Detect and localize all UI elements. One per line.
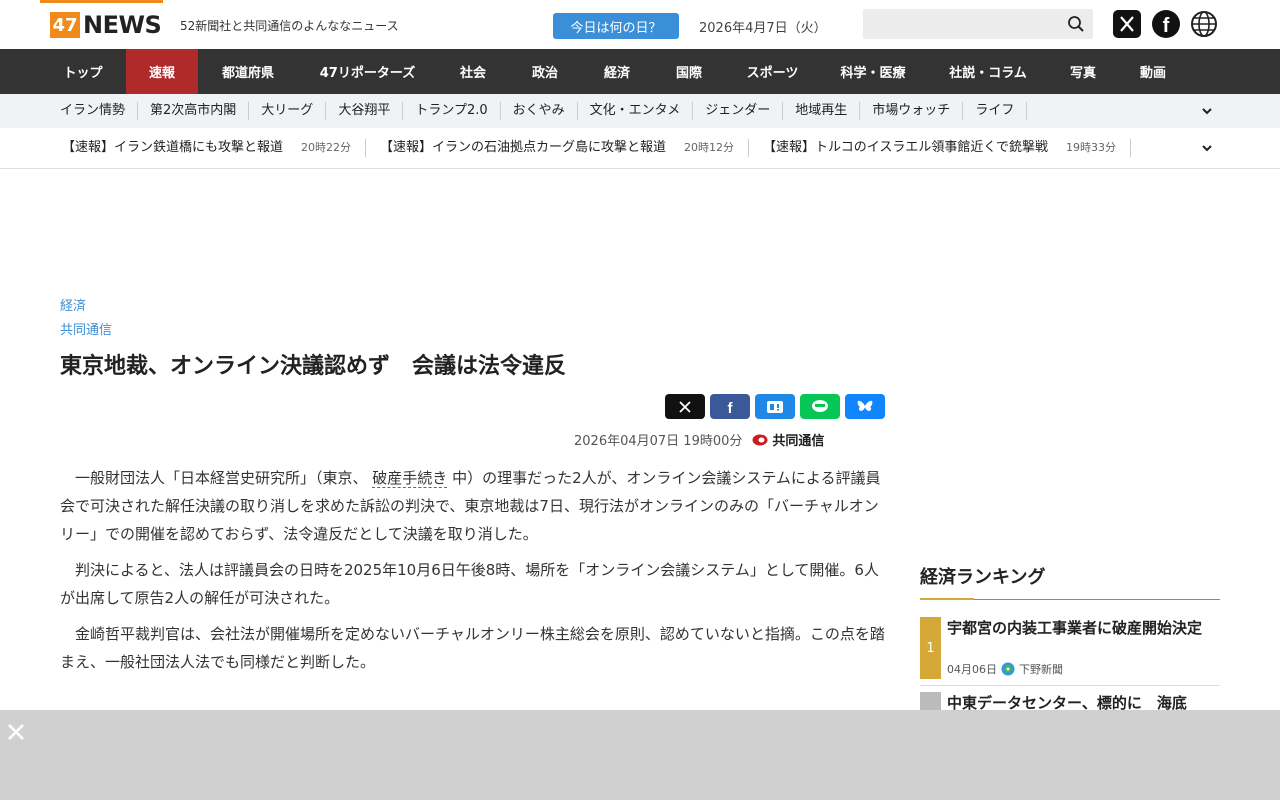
paragraph-text: 一般財団法人「日本経営史研究所」（東京、	[75, 469, 368, 487]
share-facebook-button[interactable]: f	[710, 394, 750, 419]
logo-number: 47	[50, 12, 80, 38]
breaking-title: 【速報】イラン鉄道橋にも攻撃と報道	[62, 140, 284, 155]
article-body: 一般財団法人「日本経営史研究所」（東京、 破産手続き 中）の理事だった2人が、オ…	[60, 464, 890, 684]
breaking-title: 【速報】トルコのイスラエル領事館近くで銃撃戦	[763, 140, 1048, 155]
nav-item-47reporters[interactable]: 47リポーターズ	[298, 49, 437, 94]
nav-item-sports[interactable]: スポーツ	[725, 49, 820, 94]
nav-item-editorial-column[interactable]: 社説・コラム	[926, 49, 1050, 94]
nav-item-society[interactable]: 社会	[437, 49, 509, 94]
line-icon	[812, 399, 828, 412]
keyword-link[interactable]: 破産手続き	[372, 469, 448, 488]
ranking-item[interactable]: 1 宇都宮の内装工事業者に破産開始決定 04月06日 下野新聞	[920, 617, 1220, 679]
chevron-down-icon[interactable]	[1200, 104, 1214, 118]
ranking-divider-accent	[920, 598, 974, 600]
share-buttons: f	[665, 394, 890, 419]
article-pubdate: 2026年04月07日 19時00分 共同通信	[574, 430, 824, 449]
breaking-time: 19時33分	[1066, 141, 1116, 154]
close-icon[interactable]	[6, 722, 26, 742]
newspaper-logo-icon	[1001, 662, 1015, 676]
share-line-button[interactable]	[800, 394, 840, 419]
hatena-bookmark-icon	[767, 400, 783, 413]
topic-item[interactable]: トランプ2.0	[403, 102, 501, 120]
x-twitter-icon[interactable]	[1113, 10, 1141, 38]
main-nav: トップ 速報 都道府県 47リポーターズ 社会 政治 経済 国際 スポーツ 科学…	[0, 49, 1280, 94]
facebook-icon: f	[728, 400, 734, 415]
rank-number	[920, 692, 941, 712]
nav-item-international[interactable]: 国際	[653, 49, 725, 94]
site-header: 47 NEWS 52新聞社と共同通信のよんななニュース 今日は何の日？ 2026…	[0, 0, 1280, 49]
breaking-item[interactable]: 【速報】イラン鉄道橋にも攻撃と報道 20時22分	[48, 139, 367, 157]
topic-item[interactable]: 市場ウォッチ	[860, 102, 964, 120]
rank-meta: 04月06日 下野新聞	[947, 661, 1063, 677]
topic-item[interactable]: ライフ	[963, 102, 1028, 120]
facebook-icon[interactable]: f	[1152, 10, 1180, 38]
topic-item[interactable]: 大谷翔平	[326, 102, 404, 120]
article-paragraph: 一般財団法人「日本経営史研究所」（東京、 破産手続き 中）の理事だった2人が、オ…	[60, 464, 890, 548]
today-in-history-button[interactable]: 今日は何の日？	[553, 13, 679, 39]
breaking-time: 20時22分	[301, 141, 352, 154]
topic-item[interactable]: イラン情勢	[48, 102, 139, 120]
publish-date: 2026年04月07日 19時00分	[574, 434, 743, 449]
search-input[interactable]	[863, 9, 1093, 39]
article-source-link[interactable]: 共同通信	[60, 319, 112, 338]
site-tagline: 52新聞社と共同通信のよんななニュース	[180, 19, 399, 33]
header-date: 2026年4月7日（火）	[699, 21, 827, 36]
globe-icon[interactable]	[1190, 10, 1218, 38]
breaking-news-ticker: 【速報】イラン鉄道橋にも攻撃と報道 20時22分 【速報】イランの石油拠点カーグ…	[0, 128, 1280, 169]
topic-subnav: イラン情勢 第2次高市内閣 大リーグ 大谷翔平 トランプ2.0 おくやみ 文化・…	[0, 94, 1280, 128]
nav-item-economy[interactable]: 経済	[581, 49, 653, 94]
svg-text:f: f	[728, 400, 734, 415]
nav-item-top[interactable]: トップ	[40, 49, 126, 94]
topic-item[interactable]: 第2次高市内閣	[138, 102, 250, 120]
nav-item-photos[interactable]: 写真	[1050, 49, 1116, 94]
logo-accent-bar	[40, 0, 163, 3]
topic-item[interactable]: 地域再生	[783, 102, 861, 120]
chevron-down-icon[interactable]	[1200, 141, 1214, 155]
rank-paper: 下野新聞	[1019, 663, 1063, 676]
breaking-title: 【速報】イランの石油拠点カーグ島に攻撃と報道	[380, 140, 667, 155]
article-category-link[interactable]: 経済	[60, 295, 86, 314]
topic-item[interactable]: 文化・エンタメ	[578, 102, 694, 120]
share-bluesky-button[interactable]	[845, 394, 885, 419]
topic-item[interactable]: 大リーグ	[249, 102, 327, 120]
topic-item[interactable]: ジェンダー	[693, 102, 784, 120]
nav-item-politics[interactable]: 政治	[509, 49, 581, 94]
x-twitter-icon	[679, 400, 691, 413]
breaking-item[interactable]: 【速報】トルコのイスラエル領事館近くで銃撃戦 19時33分	[749, 139, 1131, 157]
share-hatena-button[interactable]	[755, 394, 795, 419]
logo-text: NEWS	[83, 11, 162, 39]
rank-number: 1	[920, 617, 941, 679]
publisher-name: 共同通信	[772, 434, 825, 449]
nav-item-breaking[interactable]: 速報	[126, 49, 198, 94]
share-x-button[interactable]	[665, 394, 705, 419]
article-paragraph: 判決によると、法人は評議員会の日時を2025年10月6日午後8時、場所を「オンラ…	[60, 561, 879, 607]
breaking-item[interactable]: 【速報】イランの石油拠点カーグ島に攻撃と報道 20時12分	[366, 139, 750, 157]
nav-item-prefectures[interactable]: 都道府県	[198, 49, 298, 94]
article-paragraph: 金崎哲平裁判官は、会社法が開催場所を定めないバーチャルオンリー株主総会を原則、認…	[60, 625, 885, 671]
article-title: 東京地裁、オンライン決議認めず 会議は法令違反	[60, 354, 567, 379]
nav-item-science-medical[interactable]: 科学・医療	[820, 49, 926, 94]
nav-item-videos[interactable]: 動画	[1116, 49, 1190, 94]
site-logo[interactable]: 47 NEWS	[50, 11, 162, 39]
breaking-time: 20時12分	[684, 141, 735, 154]
rank-title[interactable]: 宇都宮の内装工事業者に破産開始決定	[947, 617, 1217, 639]
ranking-item-divider	[920, 685, 1220, 686]
bluesky-icon	[857, 400, 873, 411]
svg-text:f: f	[1163, 15, 1170, 37]
ranking-heading: 経済ランキング	[920, 567, 1046, 588]
kyodo-logo-icon	[752, 434, 768, 445]
search-icon[interactable]	[1067, 15, 1085, 33]
topic-item[interactable]: おくやみ	[501, 102, 578, 120]
bottom-ad-overlay	[0, 710, 1280, 800]
rank-date: 04月06日	[947, 663, 997, 676]
